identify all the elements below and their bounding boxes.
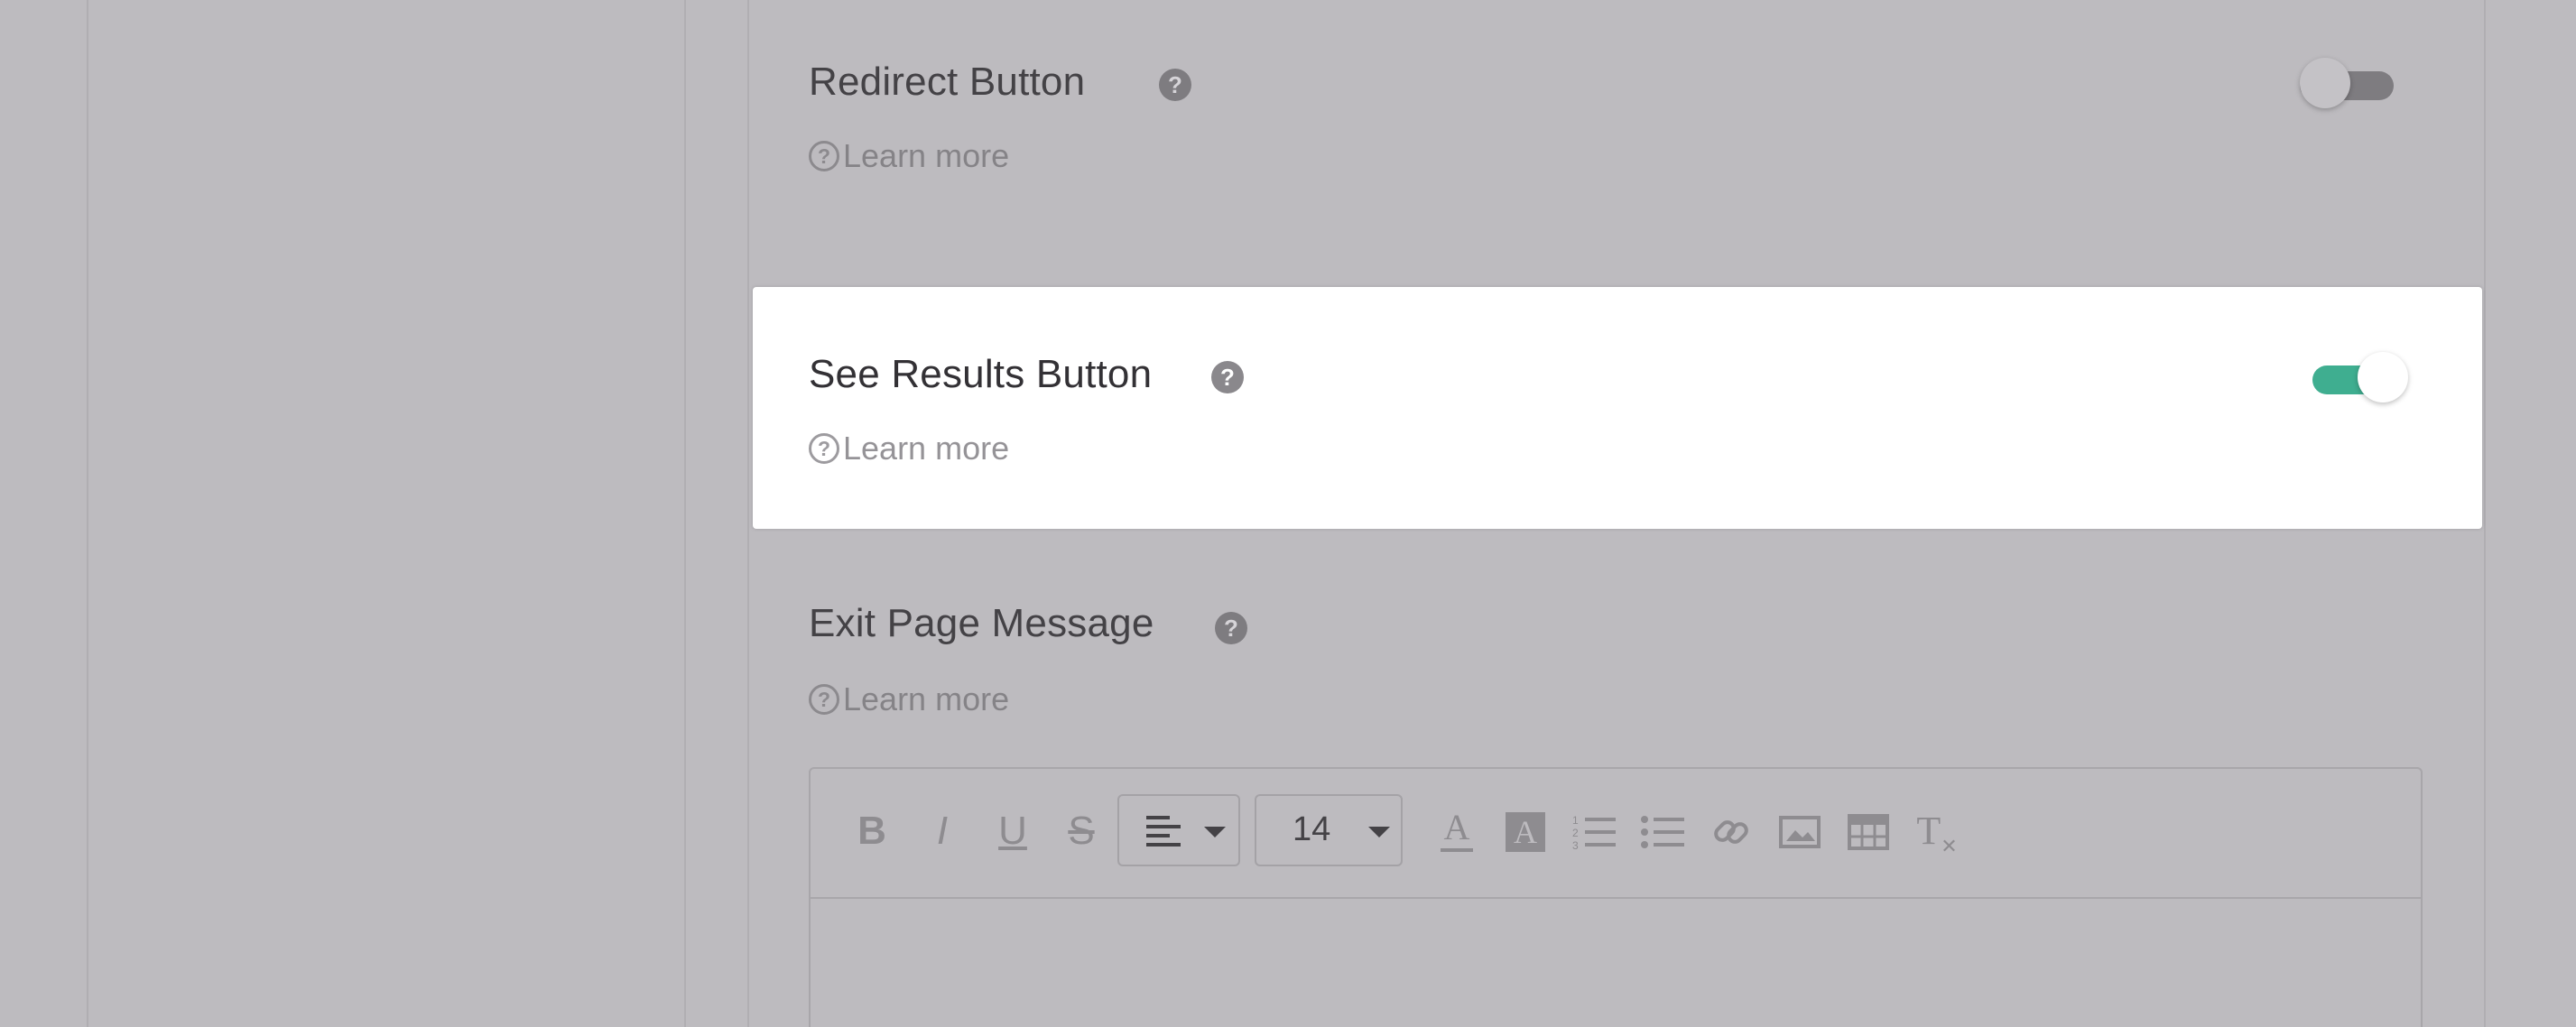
link-icon [1714, 820, 1748, 844]
clear-format-icon: T [1916, 809, 1941, 853]
text-color-button[interactable]: A [1432, 803, 1482, 859]
underline-icon: U [998, 809, 1027, 853]
text-color-icon: A [1441, 809, 1473, 852]
sidebar-divider [684, 0, 686, 1027]
svg-text:2: 2 [1572, 827, 1579, 839]
clear-format-button[interactable]: T✕ [1912, 803, 1962, 859]
redirect-button-title: Redirect Button [809, 60, 1086, 104]
svg-text:1: 1 [1572, 814, 1579, 827]
learn-more-label: Learn more [843, 430, 1010, 467]
image-icon [1779, 816, 1821, 848]
table-icon [1848, 814, 1889, 850]
underline-button[interactable]: U [987, 803, 1038, 859]
ordered-list-button[interactable]: 1 2 3 [1569, 803, 1619, 859]
redirect-button-toggle[interactable] [2300, 58, 2399, 112]
toggle-knob [2300, 58, 2350, 108]
background-color-icon: A [1506, 812, 1545, 852]
image-button[interactable] [1774, 803, 1825, 859]
unordered-list-button[interactable] [1637, 803, 1688, 859]
svg-text:3: 3 [1572, 839, 1579, 850]
clear-format-x-icon: ✕ [1941, 834, 1958, 857]
learn-more-label: Learn more [843, 137, 1010, 174]
redirect-button-setting: Redirect Button ? ? Learn more [749, 0, 2486, 287]
question-circle-icon: ? [809, 433, 839, 464]
see-results-button-toggle[interactable] [2312, 352, 2412, 406]
toggle-knob [2358, 352, 2408, 402]
italic-button[interactable]: I [917, 803, 968, 859]
exit-page-message-title: Exit Page Message [809, 601, 1154, 645]
chevron-down-icon [1204, 827, 1226, 837]
bold-button[interactable]: B [847, 803, 897, 859]
exit-page-message-learn-more-link[interactable]: ? Learn more [809, 680, 1009, 718]
strikethrough-button[interactable]: S [1056, 803, 1107, 859]
exit-page-message-help-icon[interactable]: ? [1215, 612, 1247, 644]
strikethrough-icon: S [1068, 809, 1095, 853]
editor-content-area[interactable] [811, 899, 2421, 1027]
svg-text:A: A [1514, 814, 1537, 850]
redirect-button-learn-more-link[interactable]: ? Learn more [809, 137, 1009, 175]
see-results-button-learn-more-link[interactable]: ? Learn more [809, 430, 1009, 467]
font-size-select[interactable]: 14 [1255, 794, 1403, 866]
redirect-button-help-icon[interactable]: ? [1159, 69, 1191, 101]
chevron-down-icon [1368, 827, 1390, 837]
editor-toolbar: B I U S 14 A A 1 2 3 T✕ [811, 769, 2421, 899]
see-results-button-help-icon[interactable]: ? [1211, 361, 1244, 393]
italic-icon: I [936, 809, 949, 853]
ordered-list-icon: 1 2 3 [1572, 814, 1616, 850]
question-circle-icon: ? [809, 684, 839, 715]
table-button[interactable] [1843, 803, 1894, 859]
sidebar-column [88, 0, 686, 1027]
svg-text:A: A [1444, 809, 1470, 847]
font-size-value: 14 [1293, 810, 1331, 848]
learn-more-label: Learn more [843, 680, 1010, 717]
bold-icon: B [857, 809, 886, 853]
see-results-button-setting: See Results Button ? ? Learn more [753, 287, 2482, 529]
background-color-button[interactable]: A [1500, 803, 1551, 859]
link-button[interactable] [1706, 803, 1756, 859]
see-results-button-title: See Results Button [809, 352, 1153, 396]
exit-page-message-editor: B I U S 14 A A 1 2 3 T✕ [809, 767, 2423, 1027]
unordered-list-icon [1641, 816, 1684, 848]
align-left-icon [1146, 816, 1181, 847]
question-circle-icon: ? [809, 141, 839, 171]
alignment-select[interactable] [1117, 794, 1240, 866]
